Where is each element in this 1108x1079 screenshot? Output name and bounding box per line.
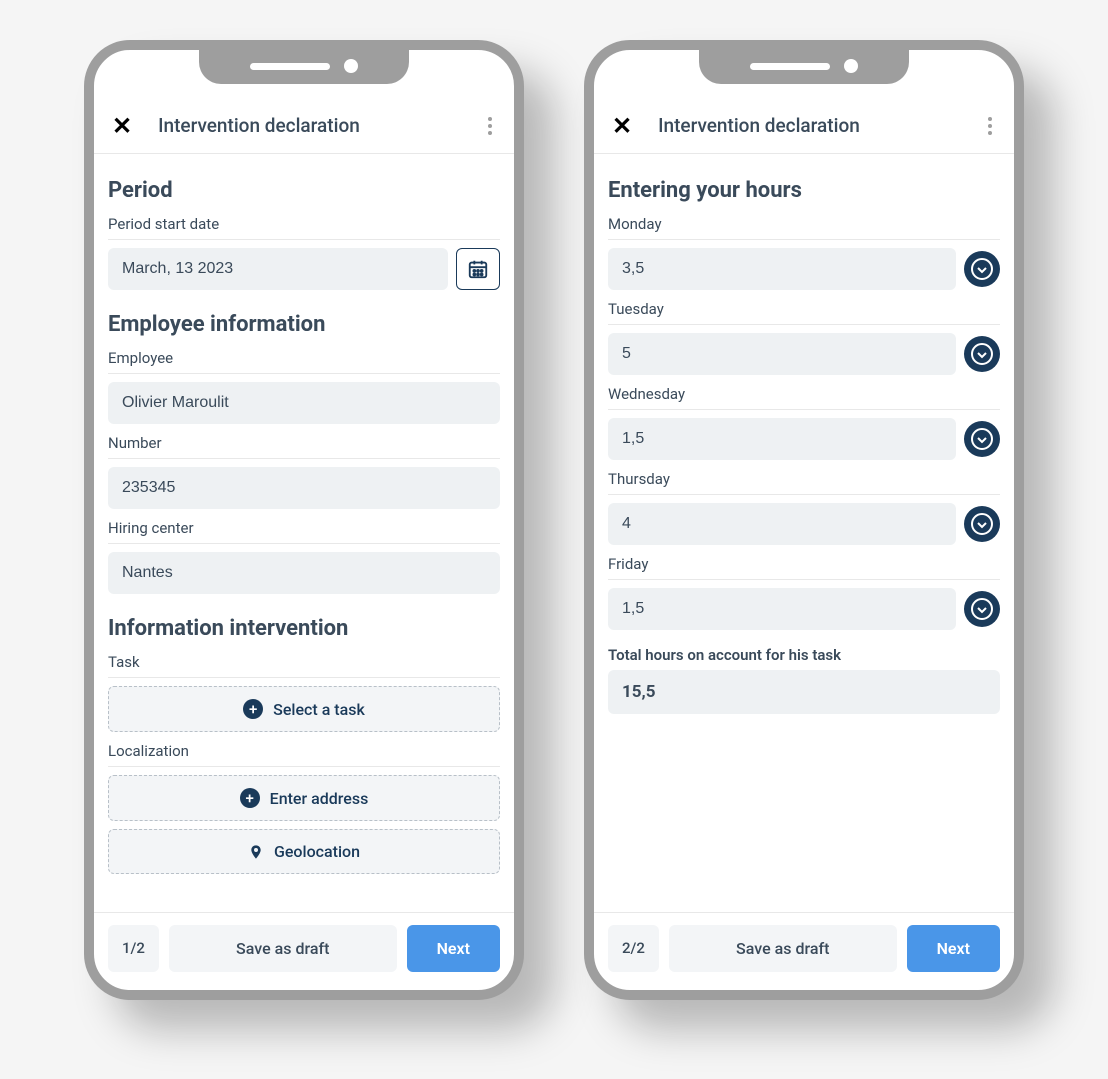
save-draft-button[interactable]: Save as draft: [169, 925, 397, 972]
phone-notch: [199, 48, 409, 84]
employee-label: Employee: [108, 349, 500, 367]
more-icon[interactable]: [484, 113, 496, 139]
footer-bar: 2/2 Save as draft Next: [594, 912, 1014, 990]
page-title: Intervention declaration: [148, 114, 468, 137]
task-label: Task: [108, 653, 500, 671]
next-button[interactable]: Next: [407, 925, 500, 972]
app-header: ✕ Intervention declaration: [94, 98, 514, 154]
pager-indicator: 2/2: [608, 925, 659, 972]
close-icon[interactable]: ✕: [612, 114, 632, 138]
period-start-date-input[interactable]: [108, 248, 448, 290]
section-employee-heading: Employee information: [108, 312, 500, 337]
phone-mockup-2: ✕ Intervention declaration Entering your…: [584, 40, 1024, 1000]
section-period-heading: Period: [108, 178, 500, 203]
total-hours-label: Total hours on account for his task: [608, 646, 1000, 664]
day-label: Wednesday: [608, 385, 1000, 403]
camera: [844, 59, 858, 73]
next-button[interactable]: Next: [907, 925, 1000, 972]
pager-indicator: 1/2: [108, 925, 159, 972]
number-input[interactable]: [108, 467, 500, 509]
section-hours-heading: Entering your hours: [608, 178, 1000, 203]
save-draft-button[interactable]: Save as draft: [669, 925, 897, 972]
hiring-center-input[interactable]: [108, 552, 500, 594]
plus-icon: +: [243, 699, 263, 719]
enter-address-label: Enter address: [270, 789, 369, 808]
chevron-down-icon: [970, 512, 994, 536]
form-content: Entering your hours Monday Tuesday: [594, 154, 1014, 912]
chevron-down-icon: [970, 257, 994, 281]
select-task-label: Select a task: [273, 700, 365, 719]
calendar-icon: [467, 258, 489, 280]
day-label: Monday: [608, 215, 1000, 233]
section-intervention-heading: Information intervention: [108, 616, 500, 641]
time-picker-button[interactable]: [964, 251, 1000, 287]
enter-address-button[interactable]: + Enter address: [108, 775, 500, 821]
hours-input-friday[interactable]: [608, 588, 956, 630]
page-title: Intervention declaration: [648, 114, 968, 137]
localization-label: Localization: [108, 742, 500, 760]
chevron-down-icon: [970, 342, 994, 366]
camera: [344, 59, 358, 73]
location-pin-icon: [248, 843, 264, 861]
footer-bar: 1/2 Save as draft Next: [94, 912, 514, 990]
time-picker-button[interactable]: [964, 421, 1000, 457]
more-icon[interactable]: [984, 113, 996, 139]
calendar-button[interactable]: [456, 248, 500, 290]
employee-input[interactable]: [108, 382, 500, 424]
chevron-down-icon: [970, 427, 994, 451]
day-label: Tuesday: [608, 300, 1000, 318]
time-picker-button[interactable]: [964, 336, 1000, 372]
app-header: ✕ Intervention declaration: [594, 98, 1014, 154]
select-task-button[interactable]: + Select a task: [108, 686, 500, 732]
time-picker-button[interactable]: [964, 591, 1000, 627]
day-label: Friday: [608, 555, 1000, 573]
phone-notch: [699, 48, 909, 84]
number-label: Number: [108, 434, 500, 452]
hours-input-monday[interactable]: [608, 248, 956, 290]
period-start-date-label: Period start date: [108, 215, 500, 233]
geolocation-label: Geolocation: [274, 842, 360, 861]
geolocation-button[interactable]: Geolocation: [108, 829, 500, 874]
chevron-down-icon: [970, 597, 994, 621]
hours-input-tuesday[interactable]: [608, 333, 956, 375]
hiring-center-label: Hiring center: [108, 519, 500, 537]
time-picker-button[interactable]: [964, 506, 1000, 542]
speaker: [750, 63, 830, 70]
form-content: Period Period start date Em: [94, 154, 514, 912]
phone-mockup-1: ✕ Intervention declaration Period Period…: [84, 40, 524, 1000]
hours-input-wednesday[interactable]: [608, 418, 956, 460]
hours-input-thursday[interactable]: [608, 503, 956, 545]
plus-icon: +: [240, 788, 260, 808]
total-hours-value: 15,5: [608, 670, 1000, 714]
speaker: [250, 63, 330, 70]
close-icon[interactable]: ✕: [112, 114, 132, 138]
day-label: Thursday: [608, 470, 1000, 488]
